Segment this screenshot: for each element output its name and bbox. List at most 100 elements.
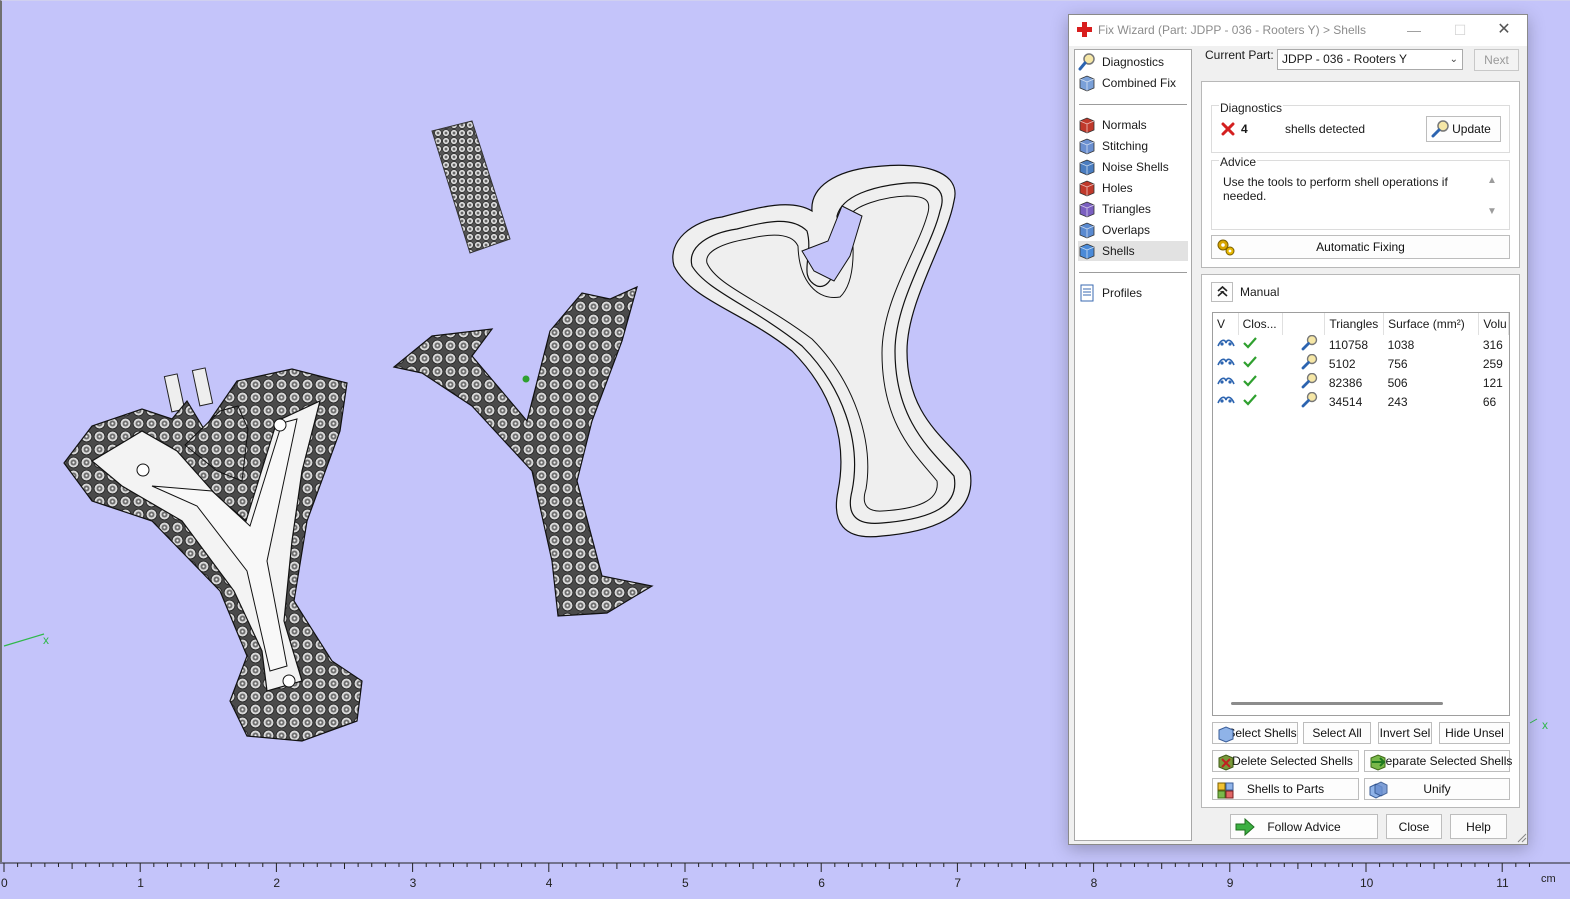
shells-to-parts-button[interactable]: Shells to Parts	[1212, 778, 1359, 800]
shell-right-y[interactable]	[672, 164, 972, 538]
nav-item-diagnostics[interactable]: Diagnostics	[1078, 52, 1188, 72]
triangles-cell: 34514	[1328, 394, 1363, 409]
inspect-cell[interactable]	[1283, 353, 1325, 373]
visibility-icon	[1217, 358, 1235, 366]
table-row[interactable]: 82386 506 121	[1213, 372, 1509, 392]
separate-selected-shells-button[interactable]: Separate Selected Shells	[1364, 750, 1513, 772]
nav-item-triangles[interactable]: Triangles	[1078, 199, 1188, 219]
nav-item-noise-shells[interactable]: Noise Shells	[1078, 157, 1188, 177]
triangles-cell: 110758	[1328, 337, 1369, 352]
nav-item-label: Triangles	[1102, 202, 1151, 216]
shell-left-y[interactable]	[63, 367, 363, 742]
nav-item-overlaps[interactable]: Overlaps	[1078, 220, 1188, 240]
inspect-cell[interactable]	[1283, 334, 1325, 354]
column-header[interactable]: Triangles	[1324, 313, 1385, 335]
close-button[interactable]: Close	[1386, 814, 1442, 839]
checkmark-icon	[1243, 375, 1257, 387]
surface-cell: 1038	[1387, 337, 1415, 352]
resize-grip-icon[interactable]	[1517, 833, 1527, 843]
nav-item-label: Stitching	[1102, 139, 1149, 153]
shells-icon	[1079, 243, 1095, 260]
nav-item-stitching[interactable]: Stitching	[1078, 136, 1188, 156]
unify-label: Unify	[1423, 782, 1451, 796]
stitching-icon	[1079, 138, 1095, 155]
shell-middle-y[interactable]	[392, 285, 654, 617]
magnifier-icon	[1301, 353, 1317, 370]
column-header[interactable]: V	[1213, 313, 1239, 335]
help-button[interactable]: Help	[1450, 814, 1507, 839]
follow-advice-button[interactable]: Follow Advice	[1230, 814, 1378, 839]
magnifier-icon	[1301, 334, 1317, 351]
maximize-button[interactable]: ☐	[1437, 15, 1483, 45]
hide-unselected-button[interactable]: Hide Unsel	[1439, 722, 1510, 744]
table-row[interactable]: 34514 243 66	[1213, 391, 1509, 411]
volume-cell: 259	[1482, 356, 1503, 371]
nav-item-shells[interactable]: Shells	[1078, 241, 1188, 261]
shells-table[interactable]: V Clos... Triangles Surface (mm²) Volu 11075…	[1213, 313, 1509, 411]
error-x-icon	[1221, 122, 1235, 136]
scroll-up-icon[interactable]: ▲	[1487, 175, 1497, 186]
shells-table-container[interactable]: V Clos... Triangles Surface (mm²) Volu 11075…	[1212, 312, 1510, 716]
checkmark-icon	[1243, 356, 1257, 368]
minimize-button[interactable]: —	[1391, 15, 1437, 45]
ruler-tick-label: 9	[1226, 876, 1234, 890]
volume-cell: 121	[1482, 375, 1503, 390]
nav-item-label: Overlaps	[1102, 223, 1151, 237]
diagnostics-icon	[1078, 53, 1095, 71]
nav-item-holes[interactable]: Holes	[1078, 178, 1188, 198]
invert-selection-button[interactable]: Invert Sel	[1378, 722, 1432, 744]
inspect-cell[interactable]	[1283, 391, 1325, 411]
column-header[interactable]: Clos...	[1238, 313, 1284, 335]
visibility-cell[interactable]	[1213, 373, 1238, 392]
fix-navigation[interactable]: Diagnostics Combined Fix Normals Stitching N…	[1074, 49, 1192, 841]
nav-item-label: Combined Fix	[1102, 76, 1177, 90]
unify-button[interactable]: Unify	[1364, 778, 1510, 800]
surface-cell: 756	[1387, 356, 1408, 371]
nav-item-label: Holes	[1102, 181, 1133, 195]
select-shells-button[interactable]: Select Shells	[1212, 722, 1298, 744]
ruler-tick-label: 7	[954, 876, 962, 890]
volume-cell: 316	[1482, 337, 1503, 352]
visibility-cell[interactable]	[1213, 392, 1238, 411]
delete-selected-shells-button[interactable]: Delete Selected Shells	[1212, 750, 1359, 772]
unify-icon	[1369, 781, 1388, 799]
nav-item-combined-fix[interactable]: Combined Fix	[1078, 73, 1188, 93]
inspect-cell[interactable]	[1283, 372, 1325, 392]
closed-cell	[1238, 354, 1282, 373]
visibility-icon	[1217, 377, 1235, 385]
shells-to-parts-label: Shells to Parts	[1246, 782, 1325, 796]
update-label: Update	[1452, 122, 1491, 136]
scroll-down-icon[interactable]: ▼	[1487, 206, 1497, 217]
nav-item-profiles[interactable]: Profiles	[1078, 283, 1188, 303]
shells-diagnostics-panel: Diagnostics 4 shells detected Update Adv…	[1201, 81, 1520, 268]
automatic-fixing-label: Automatic Fixing	[1316, 240, 1405, 254]
nav-item-label: Diagnostics	[1102, 55, 1165, 69]
checkmark-icon	[1243, 394, 1257, 406]
profiles-icon	[1080, 284, 1094, 302]
visibility-cell[interactable]	[1213, 335, 1238, 354]
table-row[interactable]: 5102 756 259	[1213, 353, 1509, 373]
column-header[interactable]: Surface (mm²)	[1383, 313, 1480, 335]
nav-item-normals[interactable]: Normals	[1078, 115, 1188, 135]
fix-wizard-window[interactable]: Fix Wizard (Part: JDPP - 036 - Rooters Y…	[1068, 14, 1528, 845]
current-part-value: JDPP - 036 - Rooters Y	[1282, 52, 1407, 66]
separate-selected-shells-label: Separate Selected Shells	[1377, 754, 1513, 768]
column-header[interactable]	[1282, 313, 1326, 335]
gears-icon	[1217, 239, 1235, 256]
table-header-row: V Clos... Triangles Surface (mm²) Volu	[1213, 313, 1509, 335]
update-button[interactable]: Update	[1426, 116, 1501, 142]
current-part-select[interactable]: JDPP - 036 - Rooters Y ⌄	[1277, 49, 1463, 70]
automatic-fixing-button[interactable]: Automatic Fixing	[1211, 235, 1510, 259]
column-header[interactable]: Volu	[1478, 313, 1509, 335]
triangles-cell: 82386	[1328, 375, 1363, 390]
horizontal-scrollbar[interactable]	[1231, 702, 1443, 705]
next-button[interactable]: Next	[1474, 49, 1519, 71]
table-row[interactable]: 110758 1038 316	[1213, 334, 1509, 354]
select-all-button[interactable]: Select All	[1303, 722, 1371, 744]
triangles-icon	[1079, 201, 1095, 218]
title-bar[interactable]: Fix Wizard (Part: JDPP - 036 - Rooters Y…	[1069, 15, 1527, 46]
shell-cylinder[interactable]	[431, 120, 511, 254]
visibility-cell[interactable]	[1213, 354, 1238, 373]
ruler-tick-label: 5	[682, 876, 689, 890]
close-window-button[interactable]: ✕	[1481, 15, 1527, 45]
